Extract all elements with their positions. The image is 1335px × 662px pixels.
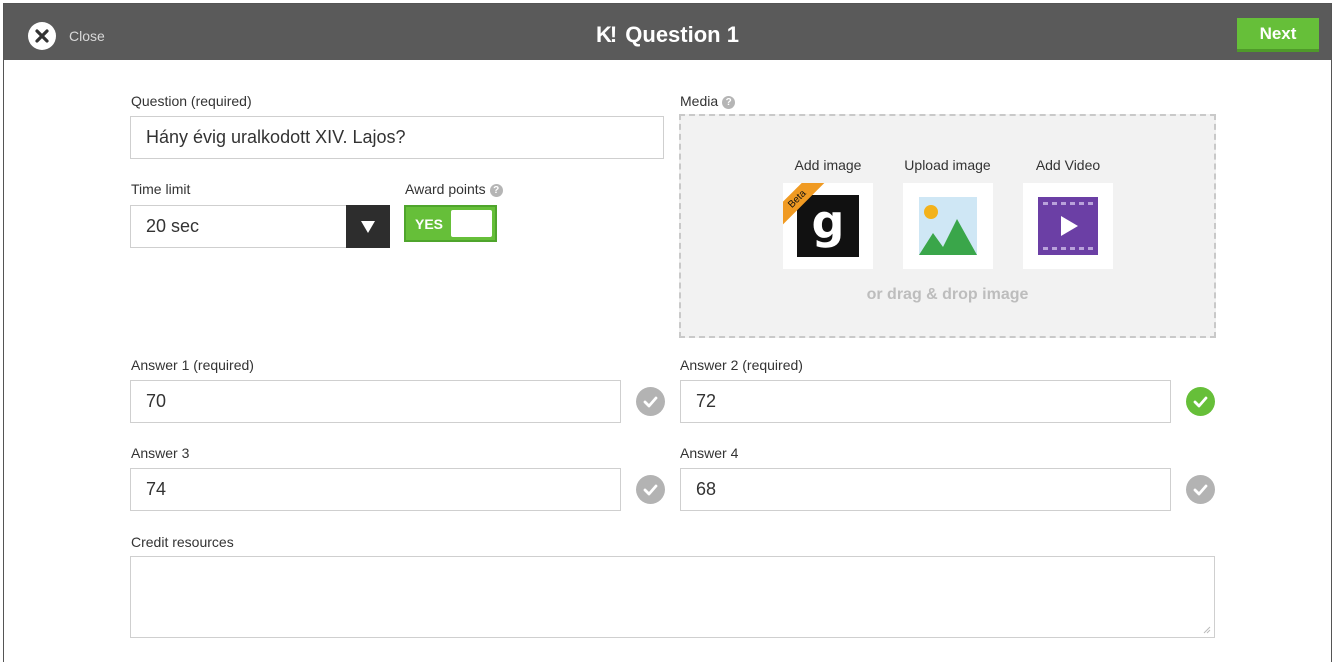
upload-image-card[interactable] [903, 183, 993, 269]
getty-g-icon: g [797, 195, 859, 257]
upload-image-label: Upload image [904, 157, 991, 173]
question-label: Question (required) [131, 93, 252, 109]
add-image-label: Add image [794, 157, 862, 173]
add-video-label: Add Video [1035, 157, 1101, 173]
media-label: Media [680, 93, 719, 109]
credit-resources-label: Credit resources [131, 534, 234, 550]
question-input-value: Hány évig uralkodott XIV. Lajos? [146, 127, 406, 147]
question-title: Question 1 [625, 22, 739, 47]
add-image-card[interactable]: g Beta [783, 183, 873, 269]
checkmark-icon [1193, 484, 1208, 495]
chevron-down-icon[interactable] [346, 205, 390, 248]
award-points-label-row: Award points? [405, 181, 503, 197]
video-play-icon [1038, 197, 1098, 255]
answer-1-label: Answer 1 (required) [131, 357, 254, 373]
upload-image-option[interactable]: Upload image [902, 157, 993, 269]
add-video-option[interactable]: Add Video [1023, 157, 1113, 269]
answer-2-label: Answer 2 (required) [680, 357, 803, 373]
toggle-knob [451, 210, 492, 237]
time-limit-label: Time limit [131, 181, 191, 197]
checkmark-icon [1193, 396, 1208, 407]
answer-1-value: 70 [146, 391, 167, 411]
answer-3-value: 74 [146, 479, 167, 499]
answer-1-input[interactable]: 70 [130, 380, 621, 423]
help-icon[interactable]: ? [722, 95, 736, 109]
answer-2-value: 72 [696, 391, 717, 411]
media-dropzone[interactable]: Add image g Beta Upload image Add Video [679, 114, 1216, 338]
answer-4-input[interactable]: 68 [680, 468, 1171, 511]
help-icon[interactable]: ? [489, 183, 503, 197]
answer-2-correct-toggle[interactable] [1186, 387, 1215, 416]
top-bar: Close K! Question 1 Next [4, 4, 1331, 60]
add-video-card[interactable] [1023, 183, 1113, 269]
credit-resources-textarea[interactable] [130, 556, 1215, 638]
checkmark-icon [643, 484, 658, 495]
checkmark-icon [643, 396, 658, 407]
page-title: K! Question 1 [4, 22, 1331, 48]
answer-1-correct-toggle[interactable] [636, 387, 665, 416]
media-label-row: Media? [680, 93, 736, 109]
answer-3-correct-toggle[interactable] [636, 475, 665, 504]
time-limit-value: 20 sec [146, 216, 200, 236]
toggle-yes-label: YES [415, 216, 444, 232]
answer-3-input[interactable]: 74 [130, 468, 621, 511]
answer-4-value: 68 [696, 479, 717, 499]
kahoot-logo-icon: K! [596, 22, 617, 47]
award-points-label: Award points [405, 181, 486, 197]
answer-4-correct-toggle[interactable] [1186, 475, 1215, 504]
drag-drop-hint: or drag & drop image [866, 286, 1029, 303]
next-button[interactable]: Next [1237, 18, 1319, 52]
resize-grip-icon[interactable] [1203, 626, 1211, 634]
add-image-option[interactable]: Add image g Beta [783, 157, 873, 269]
answer-2-input[interactable]: 72 [680, 380, 1171, 423]
answer-4-label: Answer 4 [680, 445, 739, 461]
award-points-toggle[interactable]: YES [404, 205, 497, 242]
question-input[interactable]: Hány évig uralkodott XIV. Lajos? [130, 116, 664, 159]
answer-3-label: Answer 3 [131, 445, 190, 461]
landscape-image-icon [919, 197, 977, 255]
